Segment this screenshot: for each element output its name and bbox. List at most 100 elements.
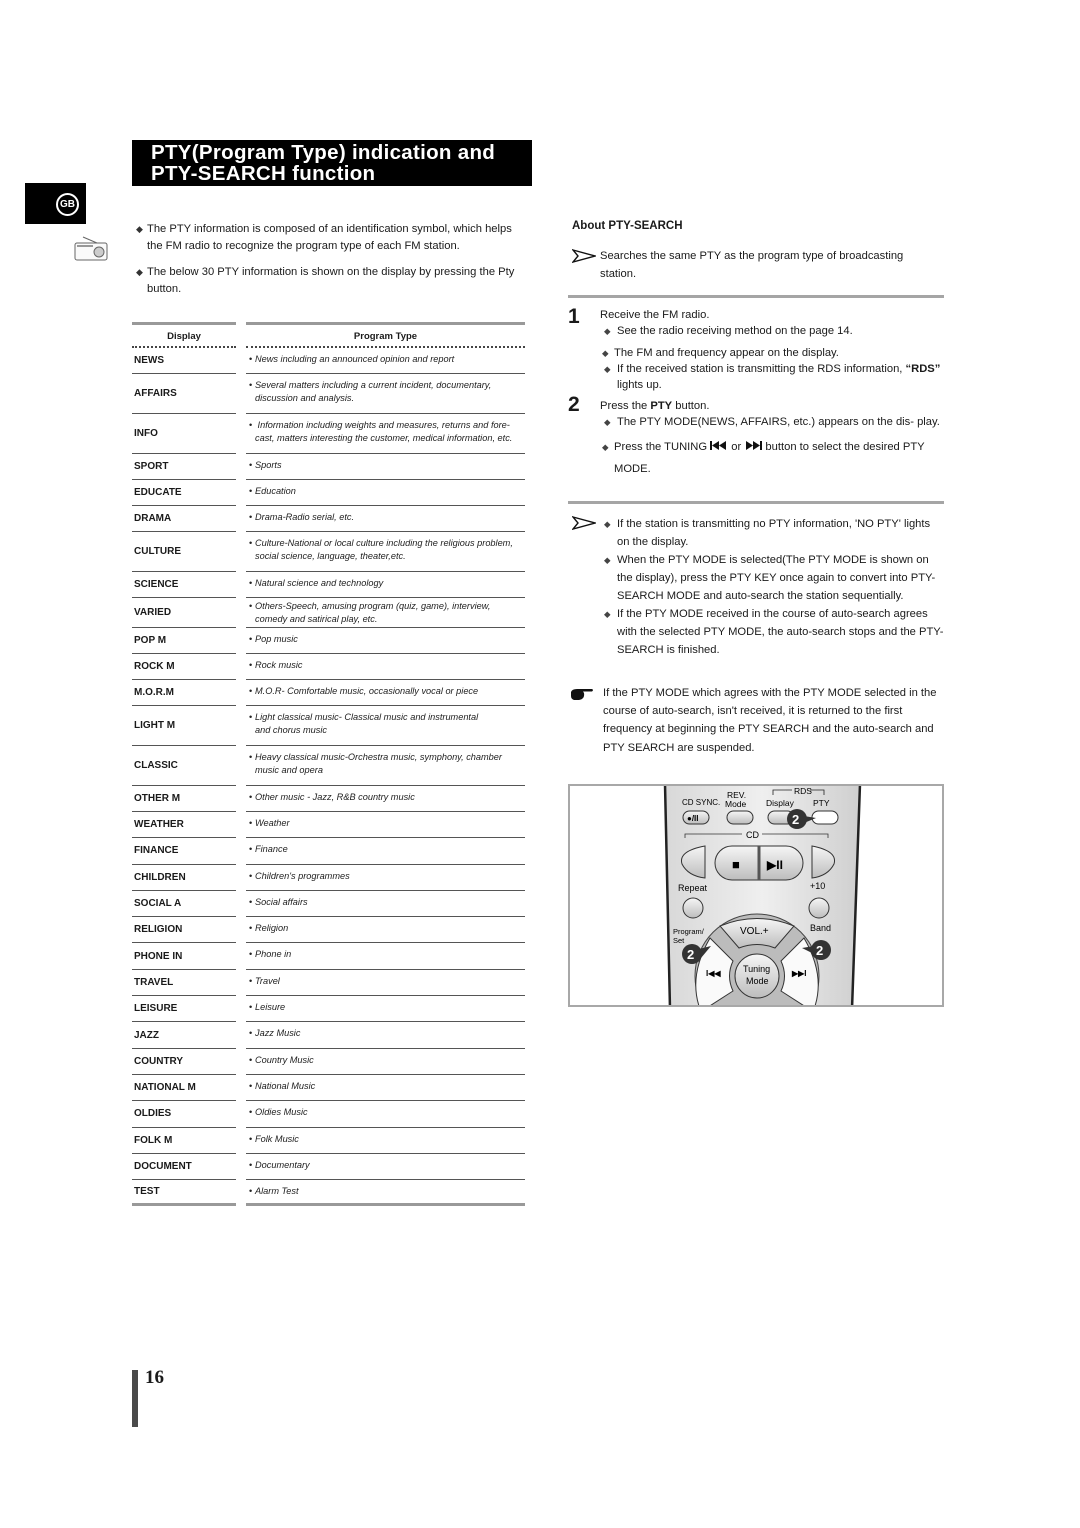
intro-bullet: ◆ The PTY information is composed of an … [136, 223, 512, 252]
pty-program-description: • M.O.R- Comfortable music, occasionally … [246, 680, 525, 706]
pty-program-description: • Alarm Test [246, 1180, 525, 1207]
diamond-bullet-icon: ◆ [602, 348, 609, 358]
pty-display-code: CHILDREN [132, 865, 236, 891]
table-row: LIGHT M • Light classical music- Classical… [132, 706, 525, 746]
table-row: DOCUMENT • Documentary [132, 1154, 525, 1181]
svg-text:VOL.+: VOL.+ [740, 926, 769, 937]
repeat-button[interactable] [682, 897, 704, 919]
pty-program-description: • Culture-National or local culture inclu… [246, 532, 525, 572]
step-bullet: ◆ The PTY MODE(NEWS, AFFAIRS, etc.) appe… [604, 416, 940, 428]
pty-program-description: • Rock music [246, 654, 525, 680]
pty-display-code: FOLK M [132, 1128, 236, 1154]
pty-program-description: • Travel [246, 970, 525, 997]
pty-program-description: • Light classical music- Classical music … [246, 706, 525, 746]
pty-program-description: • Several matters including a current inc… [246, 374, 525, 414]
pty-program-description: • Jazz Music [246, 1022, 525, 1049]
diamond-bullet-icon: ◆ [602, 442, 609, 452]
note-bullet: ◆ When the PTY MODE is selected(The PTY M… [600, 551, 945, 605]
pty-display-code: OTHER M [132, 786, 236, 812]
note-bullet: ◆ If the station is transmitting no PTY i… [600, 515, 945, 551]
pty-program-description: • Weather [246, 812, 525, 839]
pty-display-code: LEISURE [132, 996, 236, 1023]
language-badge: GB [56, 193, 79, 216]
play-pause-button[interactable]: ▶II [766, 858, 783, 872]
pty-label: PTY [650, 400, 673, 412]
pty-program-description: • Finance [246, 838, 525, 865]
title-line-2: PTY-SEARCH function [151, 162, 376, 185]
pty-display-code: OLDIES [132, 1101, 236, 1128]
table-row: CLASSIC • Heavy classical music-Orchestra … [132, 746, 525, 786]
svg-text:Set: Set [673, 936, 685, 945]
pty-display-code: ROCK M [132, 654, 236, 680]
pty-program-description: • Sports [246, 454, 525, 480]
page-marker [132, 1370, 138, 1427]
pty-display-code: SCIENCE [132, 572, 236, 598]
column-header-display: Display [132, 322, 236, 348]
page-number: 16 [145, 1367, 164, 1388]
note-arrow-icon [572, 516, 596, 530]
pty-display-code: CULTURE [132, 532, 236, 572]
table-row: NEWS • News including an announced opinion… [132, 348, 525, 374]
pty-display-code: POP M [132, 628, 236, 654]
stop-button[interactable]: ■ [732, 857, 740, 872]
step-text: Receive the FM radio. [600, 309, 710, 321]
diamond-bullet-icon: ◆ [604, 326, 611, 336]
remote-control-illustration: CD SYNC. REV. Mode RDS Display PTY ●/II … [568, 784, 944, 1007]
diamond-bullet-icon: ◆ [604, 519, 611, 529]
diamond-bullet-icon: ◆ [136, 224, 143, 234]
table-row: POP M • Pop music [132, 628, 525, 654]
table-row: SCIENCE • Natural science and technology [132, 572, 525, 598]
table-row: COUNTRY • Country Music [132, 1049, 525, 1075]
pty-table-body: NEWS • News including an announced opinion… [132, 348, 525, 1207]
pty-display-code: JAZZ [132, 1022, 236, 1049]
step-bullet: ◆ Press the TUNING or button to select t… [600, 436, 945, 480]
table-row: OLDIES • Oldies Music [132, 1101, 525, 1128]
diamond-bullet-icon: ◆ [604, 609, 611, 619]
pty-program-description: • Folk Music [246, 1128, 525, 1154]
step-bullet: ◆ If the received station is transmittin… [604, 363, 941, 391]
table-row: INFO • Information including weights and … [132, 414, 525, 454]
table-row: SOCIAL A • Social affairs [132, 891, 525, 918]
table-row: EDUCATE • Education [132, 480, 525, 506]
cd-sync-label: CD SYNC. [682, 798, 720, 807]
pty-display-code: TRAVEL [132, 970, 236, 997]
table-row: SPORT • Sports [132, 454, 525, 480]
table-row: M.O.R.M • M.O.R- Comfortable music, occasi… [132, 680, 525, 706]
table-row: NATIONAL M • National Music [132, 1075, 525, 1102]
pty-display-code: WEATHER [132, 812, 236, 839]
about-note: Searches the same PTY as the program typ… [600, 250, 904, 280]
svg-text:I◀◀: I◀◀ [706, 969, 721, 978]
program-set-label: Program/ [673, 927, 705, 936]
pty-button-label: PTY [813, 798, 830, 808]
notes-list: ◆ If the station is transmitting no PTY i… [600, 515, 945, 659]
pty-program-description: • Phone in [246, 943, 525, 970]
rds-label: “RDS” [905, 363, 941, 375]
pty-display-code: DRAMA [132, 506, 236, 532]
pty-program-description: • News including an announced opinion and… [246, 348, 525, 374]
table-row: TEST • Alarm Test [132, 1180, 525, 1207]
pty-button[interactable] [811, 810, 839, 825]
table-row: CHILDREN • Children's programmes [132, 865, 525, 891]
pty-display-code: COUNTRY [132, 1049, 236, 1075]
pty-program-description: • Leisure [246, 996, 525, 1023]
pty-display-code: FINANCE [132, 838, 236, 865]
table-row: PHONE IN • Phone in [132, 943, 525, 970]
rev-mode-button[interactable] [726, 810, 754, 825]
svg-text:2: 2 [816, 943, 823, 958]
cd-group-label: CD [746, 830, 759, 840]
svg-text:Tuning: Tuning [743, 964, 770, 974]
svg-text:2: 2 [792, 812, 799, 827]
plus10-button[interactable] [808, 897, 830, 919]
step-2: Press the PTY button. ◆ The PTY MODE(NEW… [600, 398, 945, 480]
diamond-bullet-icon: ◆ [604, 364, 611, 374]
pty-display-code: SPORT [132, 454, 236, 480]
skip-forward-icon [746, 441, 763, 450]
table-row: AFFAIRS • Several matters including a curr… [132, 374, 525, 414]
title-line-1: PTY(Program Type) indication and [151, 141, 496, 164]
step-text: Press the PTY button. [600, 400, 710, 412]
step-number: 1 [568, 305, 580, 328]
plus10-label: +10 [810, 881, 825, 891]
pty-program-description: • Heavy classical music-Orchestra music, … [246, 746, 525, 786]
pty-display-code: INFO [132, 414, 236, 454]
table-row: JAZZ • Jazz Music [132, 1022, 525, 1049]
